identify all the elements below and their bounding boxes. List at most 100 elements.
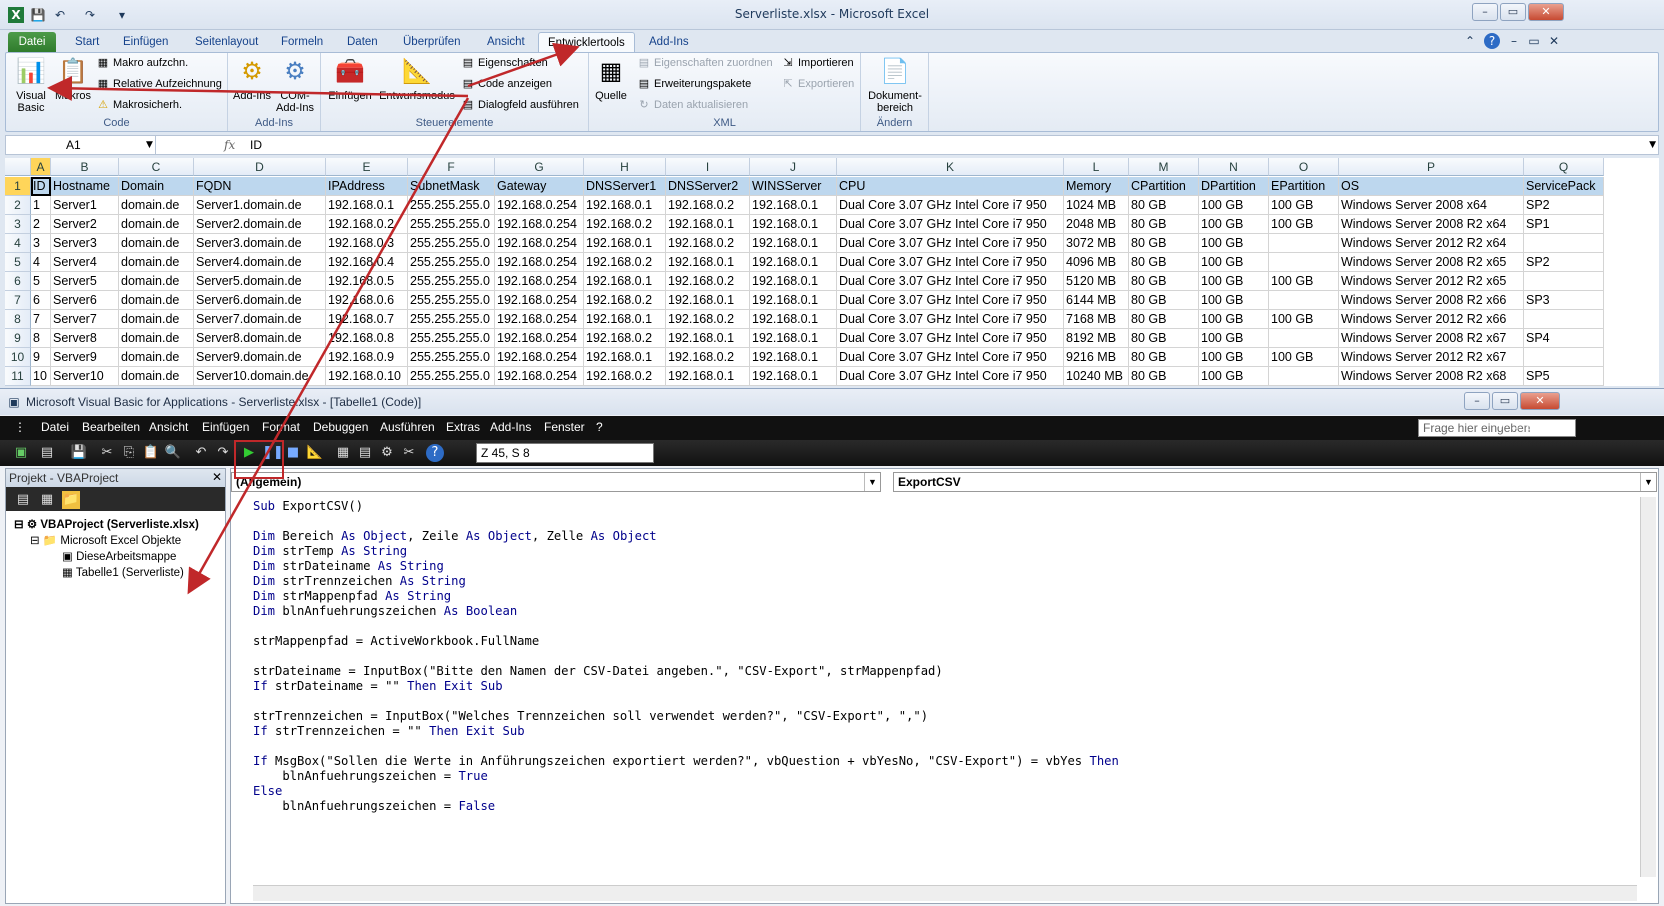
tab-daten[interactable]: Daten (338, 32, 387, 53)
header-cell[interactable]: FQDN (194, 177, 326, 196)
object-combo[interactable]: (Allgemein) ▼ (231, 472, 881, 492)
table-cell[interactable]: domain.de (119, 272, 194, 291)
help-icon[interactable]: ? (1484, 33, 1500, 49)
insert-function-icon[interactable]: fx (224, 136, 242, 154)
table-cell[interactable]: 192.168.0.7 (326, 310, 408, 329)
addins-button[interactable]: ⚙ Add-Ins (232, 57, 272, 102)
table-cell[interactable]: 80 GB (1129, 367, 1199, 386)
header-cell[interactable]: OS (1339, 177, 1524, 196)
table-cell[interactable] (1524, 348, 1604, 367)
header-cell[interactable]: DNSServer2 (666, 177, 750, 196)
code-line[interactable]: Dim strTrennzeichen As String (253, 574, 1633, 589)
table-cell[interactable]: 5 (31, 272, 51, 291)
row-header[interactable]: 7 (5, 291, 31, 310)
table-cell[interactable]: 192.168.0.1 (750, 367, 837, 386)
table-cell[interactable]: SP5 (1524, 367, 1604, 386)
table-cell[interactable]: 192.168.0.1 (750, 196, 837, 215)
expansion-packs-button[interactable]: ▤ Erweiterungspakete (637, 77, 751, 90)
header-cell[interactable]: DNSServer1 (584, 177, 666, 196)
header-cell[interactable]: CPU (837, 177, 1064, 196)
tab-start[interactable]: Start (66, 32, 108, 53)
code-line[interactable]: Dim blnAnfuehrungszeichen As Boolean (253, 604, 1633, 619)
table-cell[interactable]: 255.255.255.0 (408, 367, 495, 386)
table-cell[interactable]: Server10.domain.de (194, 367, 326, 386)
table-cell[interactable]: Server3 (51, 234, 119, 253)
header-cell[interactable]: SubnetMask (408, 177, 495, 196)
table-cell[interactable]: 255.255.255.0 (408, 348, 495, 367)
column-header[interactable]: F (408, 158, 495, 176)
table-cell[interactable]: 192.168.0.10 (326, 367, 408, 386)
collapse-icon[interactable]: ⊟ (14, 519, 24, 531)
table-cell[interactable]: Server1 (51, 196, 119, 215)
code-line[interactable]: If MsgBox("Sollen die Werte in Anführung… (253, 754, 1633, 769)
tab-ueberpruefen[interactable]: Überprüfen (394, 32, 470, 53)
close-button[interactable]: ✕ (1528, 3, 1564, 21)
table-cell[interactable]: 192.168.0.1 (584, 234, 666, 253)
code-minimize-icon[interactable]: – (1512, 420, 1519, 434)
table-cell[interactable]: Server6 (51, 291, 119, 310)
code-line[interactable]: If strTrennzeichen = "" Then Exit Sub (253, 724, 1633, 739)
table-cell[interactable]: 100 GB (1199, 234, 1269, 253)
table-cell[interactable]: domain.de (119, 291, 194, 310)
table-cell[interactable]: 192.168.0.254 (495, 196, 584, 215)
code-line[interactable]: Dim strTemp As String (253, 544, 1633, 559)
table-cell[interactable]: Server7.domain.de (194, 310, 326, 329)
code-line[interactable]: If strDateiname = "" Then Exit Sub (253, 679, 1633, 694)
table-cell[interactable]: 192.168.0.1 (750, 310, 837, 329)
view-code-icon[interactable]: ▤ (14, 491, 32, 509)
table-cell[interactable]: 192.168.0.1 (666, 367, 750, 386)
table-cell[interactable]: 100 GB (1269, 348, 1339, 367)
menu-add-ins[interactable]: Add-Ins (490, 420, 531, 434)
table-cell[interactable]: SP2 (1524, 253, 1604, 272)
table-cell[interactable]: 192.168.0.254 (495, 348, 584, 367)
table-cell[interactable]: 192.168.0.254 (495, 310, 584, 329)
column-header[interactable]: A (31, 158, 51, 176)
column-header[interactable]: G (495, 158, 584, 176)
run-icon[interactable]: ▶ (240, 444, 258, 462)
column-header[interactable]: L (1064, 158, 1129, 176)
table-cell[interactable]: Windows Server 2008 R2 x68 (1339, 367, 1524, 386)
tree-item-sheet[interactable]: ▦ Tabelle1 (Serverliste) (62, 565, 184, 579)
table-cell[interactable]: 100 GB (1199, 329, 1269, 348)
table-cell[interactable]: 192.168.0.2 (584, 253, 666, 272)
table-cell[interactable]: 9216 MB (1064, 348, 1129, 367)
column-header[interactable]: Q (1524, 158, 1604, 176)
table-cell[interactable]: 192.168.0.254 (495, 367, 584, 386)
design-mode-icon[interactable]: 📐 (306, 444, 324, 462)
table-cell[interactable]: 255.255.255.0 (408, 310, 495, 329)
table-cell[interactable]: domain.de (119, 234, 194, 253)
row-header[interactable]: 3 (5, 215, 31, 234)
table-cell[interactable]: Server5 (51, 272, 119, 291)
table-cell[interactable]: Dual Core 3.07 GHz Intel Core i7 950 (837, 367, 1064, 386)
code-line[interactable]: Dim Bereich As Object, Zeile As Object, … (253, 529, 1633, 544)
ribbon-collapse-icon[interactable]: ⌃ (1462, 33, 1478, 49)
tree-root[interactable]: ⊟ ⚙ VBAProject (Serverliste.xlsx) (14, 517, 199, 531)
table-cell[interactable]: Windows Server 2008 R2 x67 (1339, 329, 1524, 348)
table-cell[interactable]: 192.168.0.1 (666, 253, 750, 272)
table-cell[interactable]: 80 GB (1129, 291, 1199, 310)
table-cell[interactable]: 2 (31, 215, 51, 234)
row-header[interactable]: 2 (5, 196, 31, 215)
table-cell[interactable]: 5120 MB (1064, 272, 1129, 291)
table-cell[interactable]: 4 (31, 253, 51, 272)
header-cell[interactable]: Domain (119, 177, 194, 196)
table-cell[interactable]: 192.168.0.5 (326, 272, 408, 291)
workbook-restore-icon[interactable]: ▭ (1526, 33, 1542, 49)
table-cell[interactable]: Windows Server 2008 R2 x66 (1339, 291, 1524, 310)
table-cell[interactable]: 192.168.0.1 (584, 196, 666, 215)
table-cell[interactable]: SP3 (1524, 291, 1604, 310)
table-cell[interactable]: 100 GB (1269, 215, 1339, 234)
table-cell[interactable]: 192.168.0.2 (584, 367, 666, 386)
code-line[interactable] (253, 694, 1633, 709)
column-header[interactable]: O (1269, 158, 1339, 176)
table-cell[interactable]: 192.168.0.1 (750, 272, 837, 291)
export-button[interactable]: ⇱ Exportieren (781, 77, 854, 90)
copy-icon[interactable]: ⎘ (120, 444, 138, 462)
table-cell[interactable]: 192.168.0.2 (666, 348, 750, 367)
column-header[interactable]: N (1199, 158, 1269, 176)
table-cell[interactable]: Windows Server 2008 R2 x65 (1339, 253, 1524, 272)
find-icon[interactable]: 🔍 (164, 444, 182, 462)
row-header[interactable]: 10 (5, 348, 31, 367)
name-box[interactable]: A1 (6, 136, 156, 154)
view-excel-icon[interactable]: ▣ (12, 444, 30, 462)
